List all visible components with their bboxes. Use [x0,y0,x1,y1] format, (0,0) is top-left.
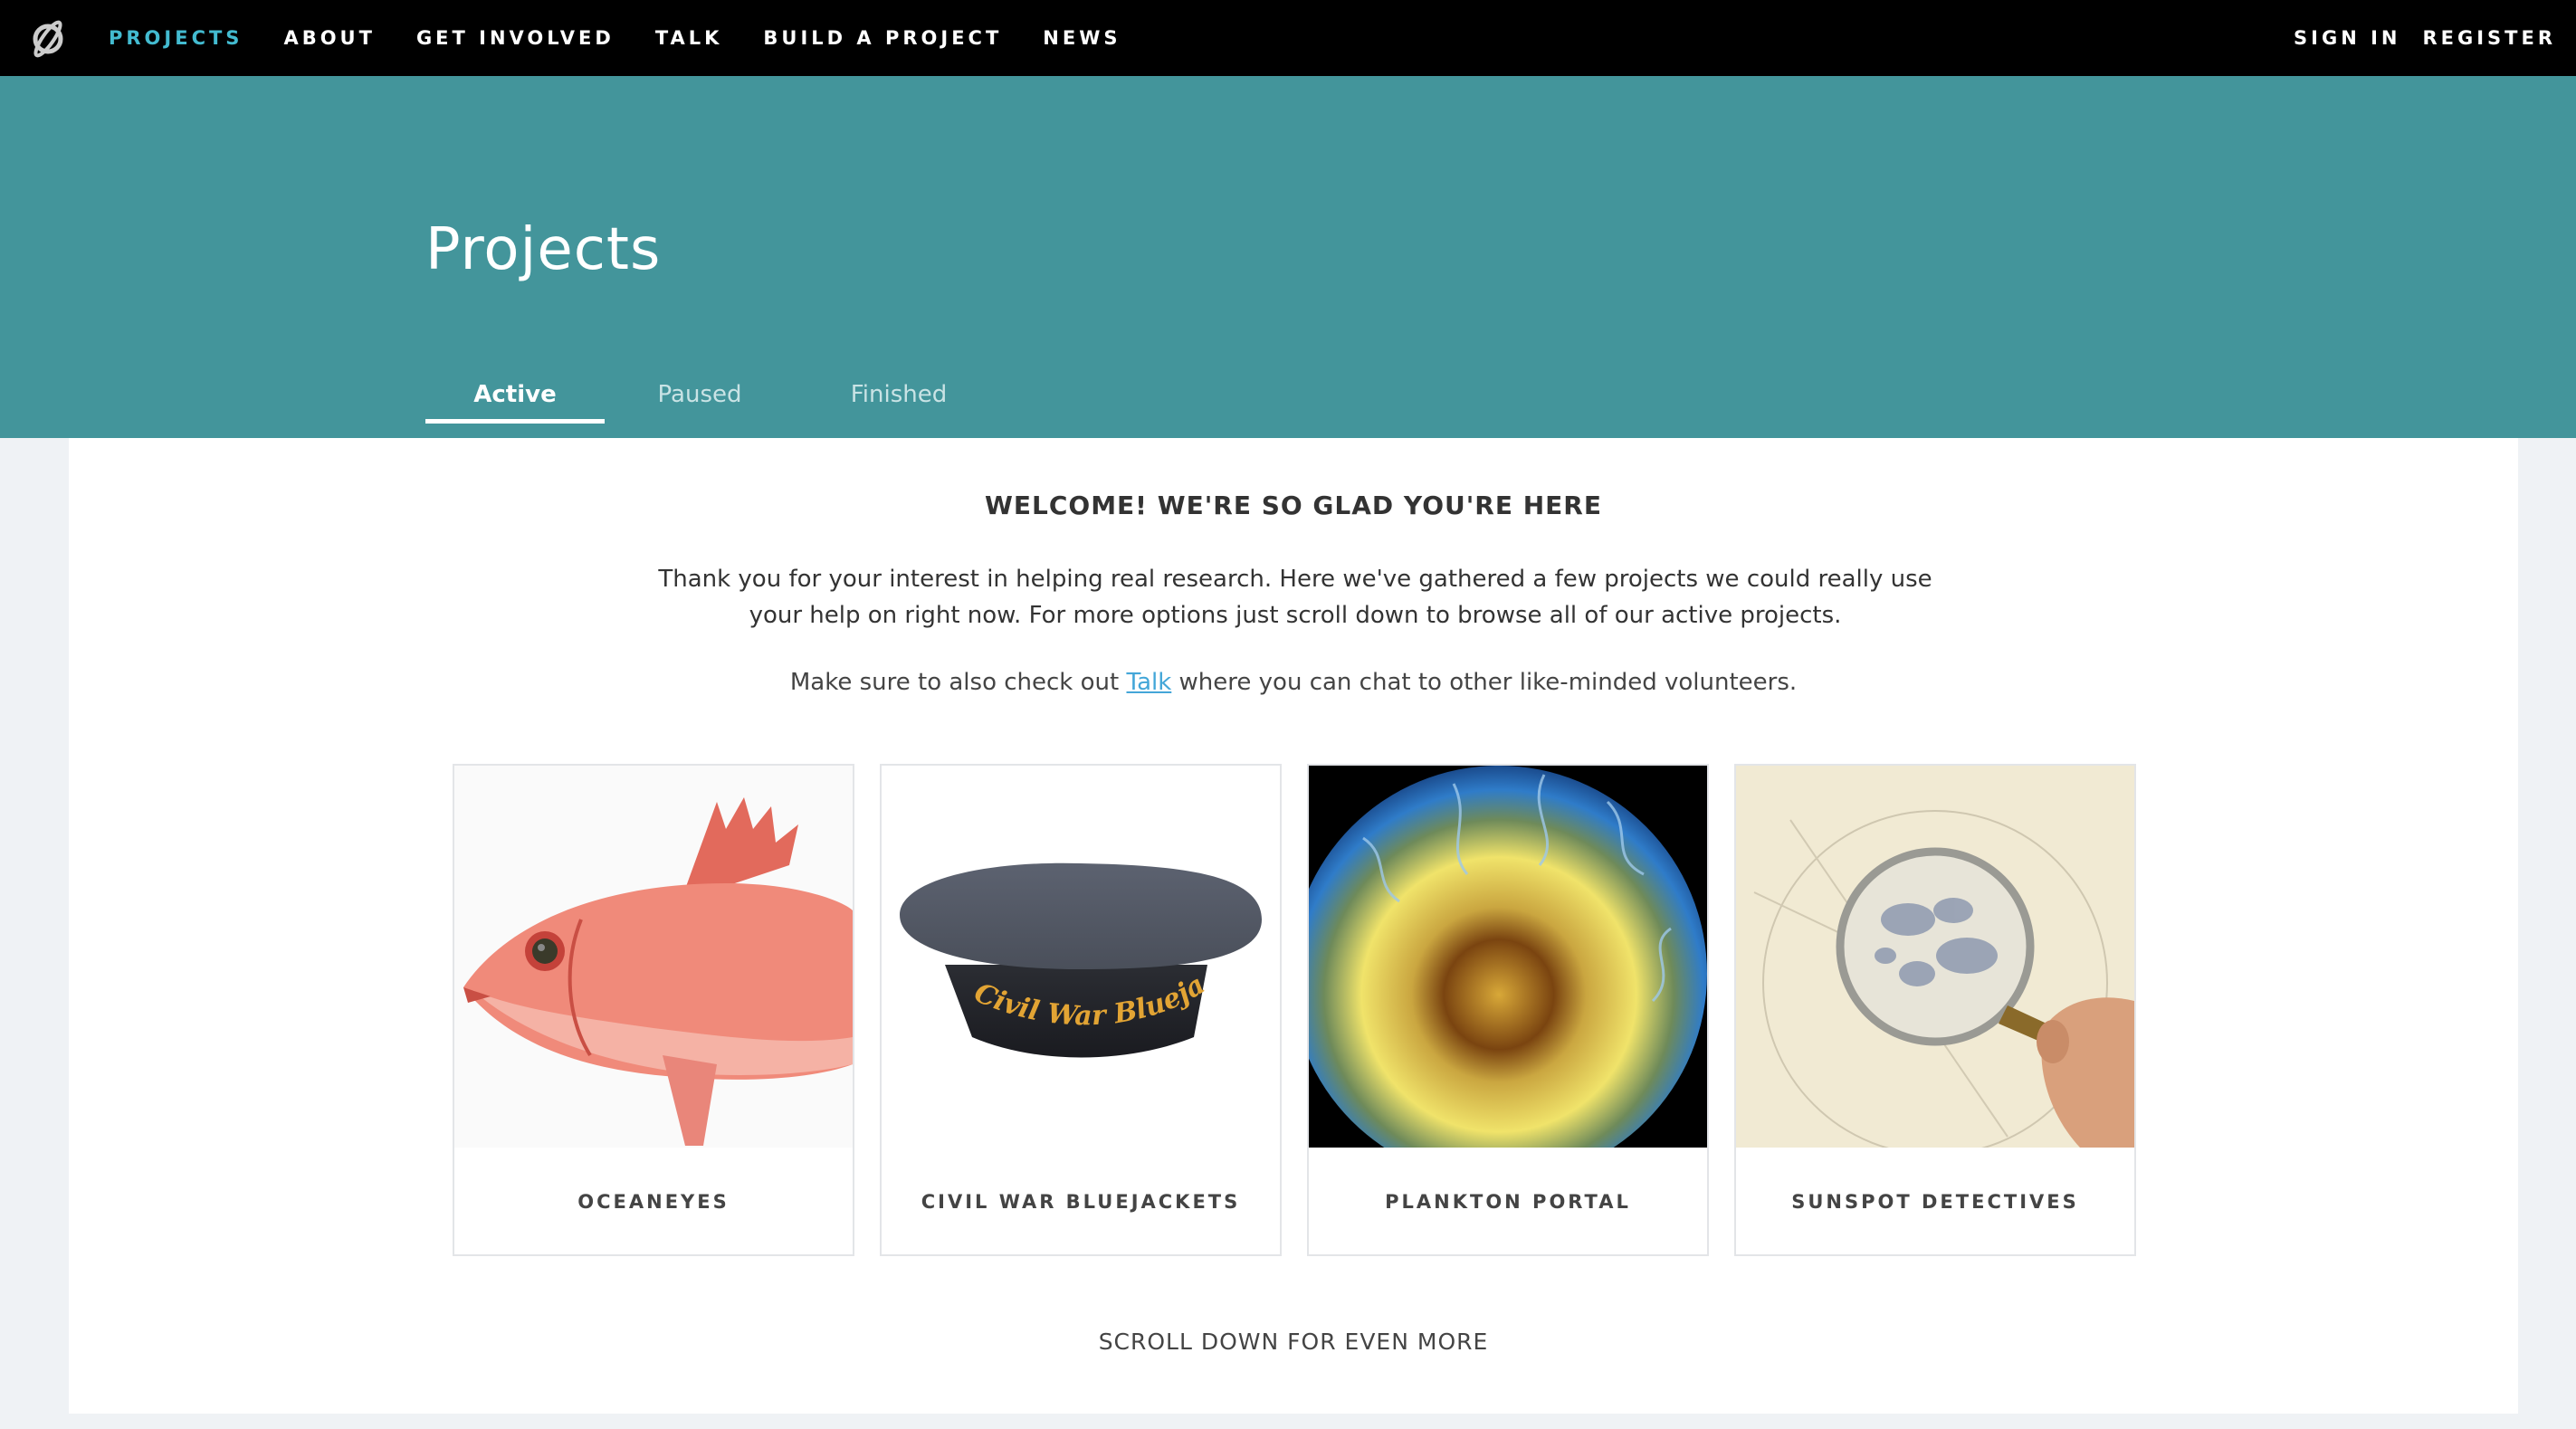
project-name: CIVIL WAR BLUEJACKETS [921,1191,1241,1213]
nav-link-news[interactable]: News [1043,27,1121,49]
nav-link-get-involved[interactable]: Get Involved [416,27,615,49]
intro-text: Thank you for your interest in helping r… [658,566,1932,629]
register-link[interactable]: Register [2422,27,2556,49]
project-name: OCEANEYES [577,1191,730,1213]
tab-finished[interactable]: Finished [795,366,1003,424]
sign-in-link[interactable]: Sign In [2294,27,2400,49]
project-card-civil-war-bluejackets[interactable]: Civil War Bluejackets CIVIL WAR BLUEJACK… [880,764,1282,1256]
red-fish-image [454,766,853,1148]
project-status-tabs: Active Paused Finished [425,366,1003,424]
page-title: Projects [425,216,662,283]
main-nav-links: Projects About Get Involved Talk Build a… [109,0,1162,76]
tab-paused[interactable]: Paused [605,366,795,424]
welcome-heading: WELCOME! WE'RE SO GLAD YOU'RE HERE [984,491,1602,520]
talk-note: Make sure to also check out Talk where y… [69,669,2518,696]
talk-note-after: where you can chat to other like-minded … [1171,669,1798,696]
project-name: PLANKTON PORTAL [1385,1191,1631,1213]
scroll-down-hint: SCROLL DOWN FOR EVEN MORE [1098,1329,1489,1355]
featured-projects: OCEANEYES Civil War Blueja CIVIL WAR BLU… [453,764,2136,1256]
talk-note-before: Make sure to also check out [789,669,1127,696]
project-name: SUNSPOT DETECTIVES [1791,1191,2079,1213]
project-card-sunspot-detectives[interactable]: SUNSPOT DETECTIVES [1734,764,2136,1256]
nav-link-build-a-project[interactable]: Build a Project [763,27,1002,49]
nav-link-talk[interactable]: Talk [655,27,723,49]
nav-link-about[interactable]: About [283,27,376,49]
magnifying-glass-sunspot-image [1736,766,2134,1148]
tab-active[interactable]: Active [425,366,605,424]
sailor-hat-image: Civil War Bluejackets [882,766,1280,1148]
nav-link-projects[interactable]: Projects [109,27,243,49]
content-panel: WELCOME! WE'RE SO GLAD YOU'RE HERE Thank… [69,438,2518,1414]
project-card-oceaneyes[interactable]: OCEANEYES [453,764,854,1256]
top-navigation: Projects About Get Involved Talk Build a… [0,0,2576,76]
plankton-image [1309,766,1707,1148]
talk-link[interactable]: Talk [1126,669,1171,696]
project-card-plankton-portal[interactable]: PLANKTON PORTAL [1307,764,1709,1256]
account-links: Sign In Register [2272,0,2556,76]
projects-hero: Projects Active Paused Finished [0,76,2576,438]
zooniverse-logo-icon[interactable] [27,18,69,60]
